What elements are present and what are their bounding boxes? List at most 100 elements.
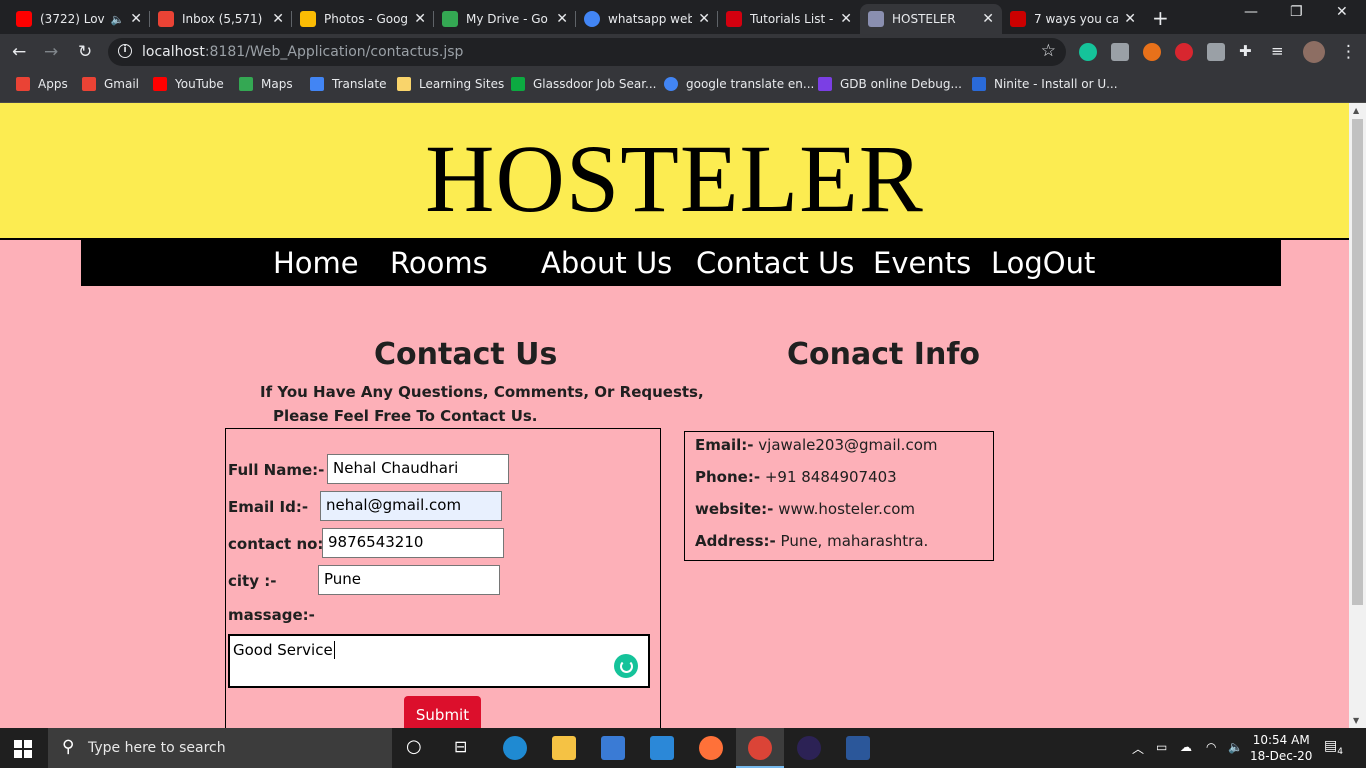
bookmark-ninite[interactable]: Ninite - Install or U... — [972, 77, 1118, 91]
edge-icon[interactable] — [503, 736, 527, 760]
extension-icon[interactable] — [1111, 43, 1129, 61]
contact-no-input[interactable]: 9876543210 — [322, 528, 504, 558]
chevron-up-icon[interactable]: ︿ — [1132, 740, 1144, 757]
submit-button[interactable]: Submit — [404, 696, 481, 728]
volume-icon[interactable]: 🔈 — [1228, 740, 1243, 754]
profile-avatar[interactable] — [1303, 41, 1325, 63]
bookmark-learning-sites[interactable]: Learning Sites — [397, 77, 504, 91]
nav-rooms[interactable]: Rooms — [390, 246, 488, 280]
tab-hosteler[interactable]: HOSTELER ✕ — [860, 4, 1002, 34]
address-bar[interactable]: i localhost:8181/Web_Application/contact… — [108, 38, 1066, 66]
scrollbar-thumb[interactable] — [1352, 119, 1363, 605]
taskbar-chrome-active[interactable] — [736, 728, 784, 768]
email-input[interactable]: nehal@gmail.com — [320, 491, 502, 521]
city-input[interactable]: Pune — [318, 565, 500, 595]
tab-youtube[interactable]: (3722) Lov 🔈 ✕ — [8, 4, 150, 34]
menu-kebab-icon[interactable]: ⋮ — [1340, 42, 1357, 62]
nav-about-us[interactable]: About Us — [541, 246, 672, 280]
restore-button[interactable]: ❐ — [1290, 4, 1303, 20]
grammarly-icon[interactable] — [1079, 43, 1097, 61]
windows-start-icon[interactable] — [14, 740, 32, 758]
ninite-icon — [972, 77, 986, 91]
tab-title: My Drive - Go — [466, 12, 548, 26]
contact-us-heading: Contact Us — [374, 337, 558, 372]
info-address: Address:- Pune, maharashtra. — [695, 532, 929, 550]
nav-events[interactable]: Events — [873, 246, 971, 280]
task-view-icon[interactable]: ⊟ — [454, 737, 467, 756]
battery-icon[interactable]: ▭ — [1156, 740, 1167, 754]
extensions-puzzle-icon[interactable]: ✚ — [1239, 42, 1252, 60]
tab-7-ways[interactable]: 7 ways you ca ✕ — [1002, 4, 1144, 34]
scroll-down-arrow-icon[interactable]: ▼ — [1353, 716, 1359, 725]
gmail-icon — [82, 77, 96, 91]
contact-info-box: Email:- vjawale203@gmail.com Phone:- +91… — [684, 431, 994, 561]
nav-contact-us[interactable]: Contact Us — [696, 246, 854, 280]
minimize-button[interactable]: — — [1244, 4, 1258, 20]
grammarly-check-icon[interactable] — [614, 654, 638, 678]
tab-google-search[interactable]: whatsapp web ✕ — [576, 4, 718, 34]
bookmark-gdb-online[interactable]: GDB online Debug... — [818, 77, 962, 91]
taskbar-clock[interactable]: 10:54 AM 18-Dec-20 — [1250, 732, 1312, 764]
page-scrollbar[interactable]: ▲ ▼ — [1349, 103, 1366, 728]
site-info-icon[interactable]: i — [118, 44, 132, 58]
close-tab-icon[interactable]: ✕ — [414, 11, 426, 27]
clock-time: 10:54 AM — [1252, 733, 1310, 747]
file-explorer-icon[interactable] — [552, 736, 576, 760]
hosteler-favicon-icon — [868, 11, 884, 27]
message-textarea[interactable]: Good Service — [228, 634, 650, 688]
search-icon: ⚲ — [62, 737, 75, 757]
bookmark-star-icon[interactable]: ☆ — [1041, 41, 1056, 61]
onedrive-cloud-icon[interactable]: ☁ — [1180, 740, 1192, 754]
bookmark-gmail[interactable]: Gmail — [82, 77, 139, 91]
cnet-icon — [1010, 11, 1026, 27]
bookmark-youtube[interactable]: YouTube — [153, 77, 224, 91]
bookmark-maps[interactable]: Maps — [239, 77, 293, 91]
media-control-icon[interactable]: ≡ — [1271, 42, 1284, 60]
apps-grid-icon — [16, 77, 30, 91]
close-tab-icon[interactable]: ✕ — [272, 11, 284, 27]
tab-drive[interactable]: My Drive - Go ✕ — [434, 4, 576, 34]
reload-icon[interactable]: ↻ — [78, 42, 92, 62]
url-text[interactable]: localhost:8181/Web_Application/contactus… — [142, 44, 463, 60]
bookmark-google-translate[interactable]: google translate en... — [664, 77, 814, 91]
nav-logout[interactable]: LogOut — [991, 246, 1095, 280]
close-tab-icon[interactable]: ✕ — [982, 11, 994, 27]
tab-tutorials[interactable]: Tutorials List - ✕ — [718, 4, 860, 34]
eclipse-icon[interactable] — [797, 736, 821, 760]
wifi-icon[interactable]: ◠ — [1206, 740, 1216, 754]
nav-home[interactable]: Home — [273, 246, 359, 280]
cortana-icon[interactable]: ○ — [406, 736, 422, 757]
close-tab-icon[interactable]: ✕ — [130, 11, 142, 27]
tab-gmail[interactable]: Inbox (5,571) - ✕ — [150, 4, 292, 34]
notification-count: 4 — [1337, 746, 1343, 757]
back-arrow-icon[interactable]: ← — [12, 42, 26, 62]
tab-title: (3722) Lov — [40, 12, 105, 26]
scroll-up-arrow-icon[interactable]: ▲ — [1353, 106, 1359, 115]
email-label: Email Id:- — [228, 498, 309, 516]
adblock-plus-icon[interactable] — [1175, 43, 1193, 61]
extension-icon[interactable] — [1207, 43, 1225, 61]
close-tab-icon[interactable]: ✕ — [698, 11, 710, 27]
store-icon[interactable] — [601, 736, 625, 760]
full-name-input[interactable]: Nehal Chaudhari — [327, 454, 509, 484]
close-tab-icon[interactable]: ✕ — [840, 11, 852, 27]
firefox-icon[interactable] — [699, 736, 723, 760]
notifications-icon[interactable]: ▤4 — [1324, 738, 1343, 757]
word-icon[interactable] — [846, 736, 870, 760]
bookmark-apps[interactable]: Apps — [16, 77, 68, 91]
taskbar-search-box[interactable]: ⚲ Type here to search — [48, 728, 392, 768]
info-email: Email:- vjawale203@gmail.com — [695, 436, 938, 454]
bookmark-translate[interactable]: Translate — [310, 77, 387, 91]
close-window-button[interactable]: ✕ — [1336, 4, 1348, 20]
tab-photos[interactable]: Photos - Goog ✕ — [292, 4, 434, 34]
tab-title: 7 ways you ca — [1034, 12, 1119, 26]
mail-icon[interactable] — [650, 736, 674, 760]
close-tab-icon[interactable]: ✕ — [556, 11, 568, 27]
extension-icon[interactable] — [1143, 43, 1161, 61]
bookmark-glassdoor[interactable]: Glassdoor Job Sear... — [511, 77, 656, 91]
forward-arrow-icon[interactable]: → — [44, 42, 58, 62]
close-tab-icon[interactable]: ✕ — [1124, 11, 1136, 27]
new-tab-button[interactable]: + — [1152, 6, 1169, 30]
tab-title: Photos - Goog — [324, 12, 409, 26]
speaker-icon: 🔈 — [110, 12, 125, 26]
